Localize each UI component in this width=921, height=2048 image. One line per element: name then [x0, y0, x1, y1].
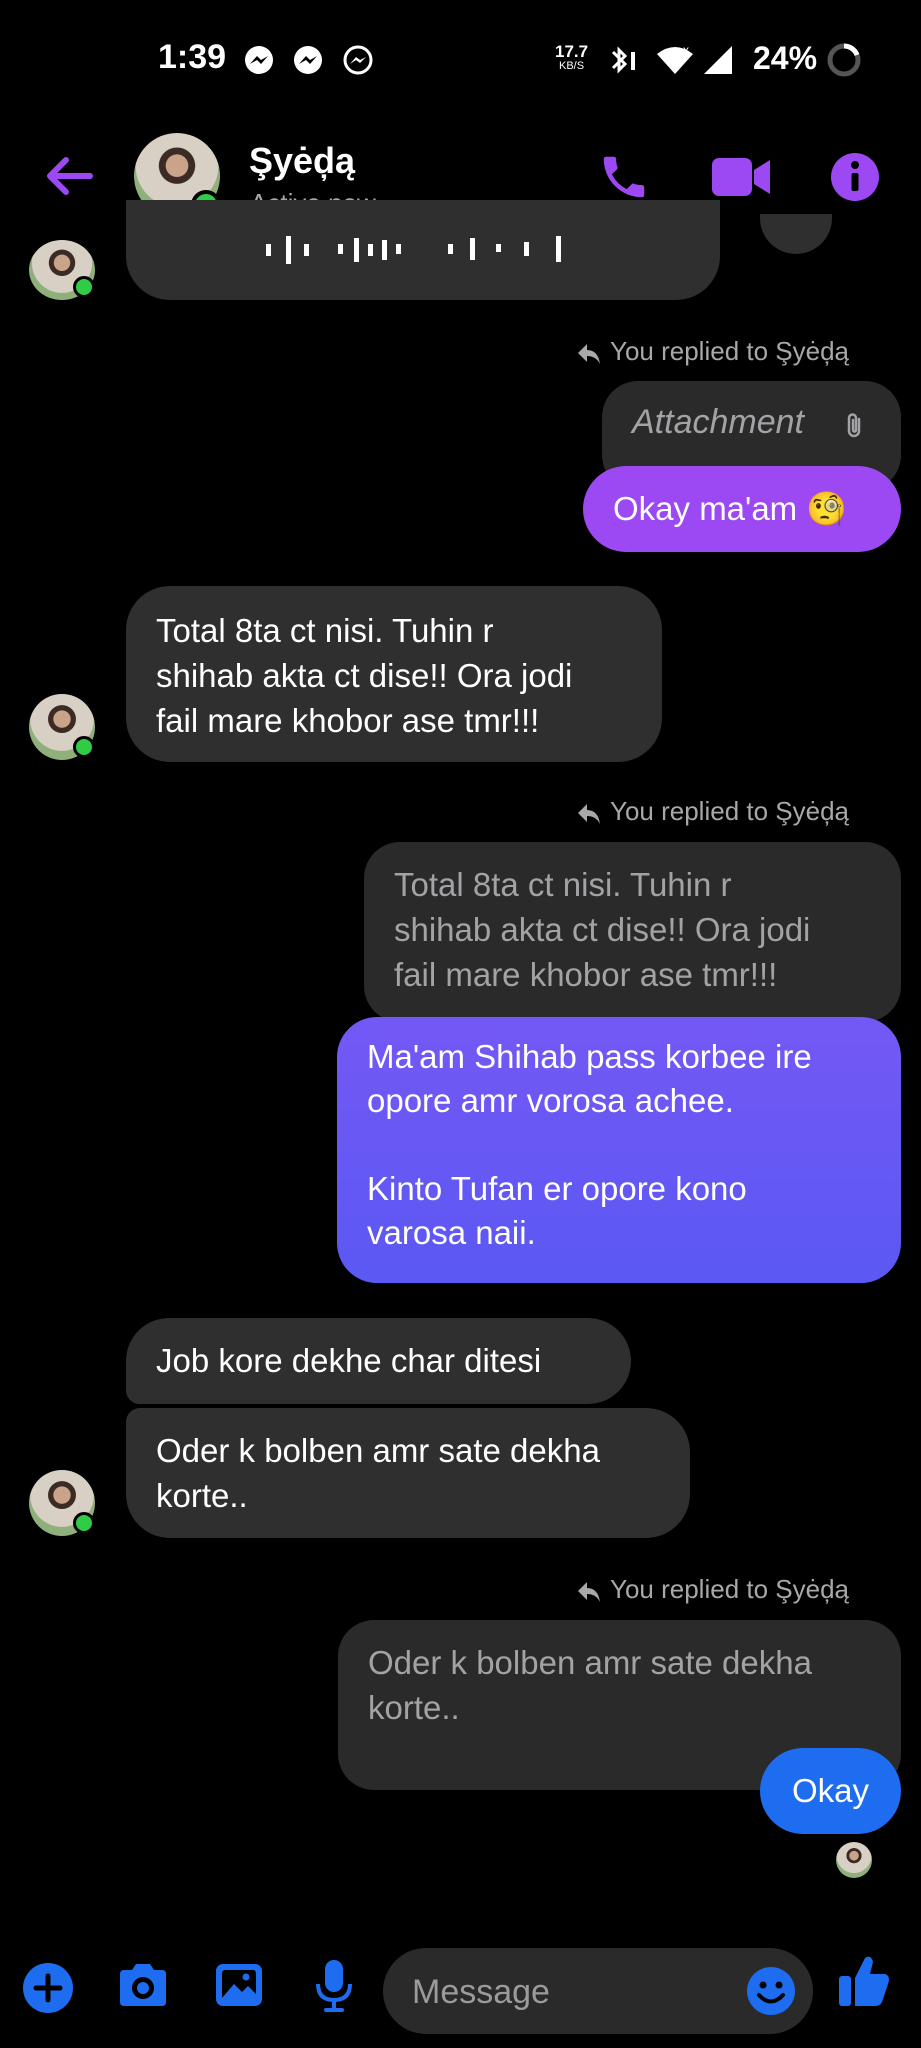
quoted-line: Total 8ta ct nisi. Tuhin r [394, 866, 732, 903]
sent-message[interactable]: Okay [760, 1748, 901, 1834]
message-line: varosa naii. [367, 1214, 536, 1251]
thumbs-up-icon[interactable] [837, 1952, 891, 2010]
plus-icon[interactable] [22, 1962, 74, 2014]
message-line: fail mare khobor ase tmr!!! [156, 702, 540, 739]
emoji-icon[interactable] [746, 1966, 796, 2016]
battery-percent: 24% [753, 40, 818, 76]
seen-avatar [836, 1842, 872, 1878]
message-text: Job kore dekhe char ditesi [156, 1342, 542, 1379]
gallery-icon[interactable] [214, 1960, 264, 2010]
message-input-placeholder: Message [412, 1973, 550, 2011]
reply-icon [578, 1582, 600, 1602]
quoted-attachment-label: Attachment [632, 403, 804, 441]
quoted-line: fail mare khobor ase tmr!!! [394, 956, 778, 993]
message-line: opore amr vorosa achee. [367, 1082, 734, 1119]
contact-name[interactable]: Şyėḑą [249, 140, 355, 182]
sent-message[interactable]: Okay ma'am 🧐 [583, 466, 901, 552]
sent-message-text: Okay [791, 1772, 870, 1809]
back-arrow-icon[interactable] [40, 152, 96, 200]
wifi-icon: x [657, 44, 693, 74]
received-message[interactable]: Oder k bolben amr sate dekha korte.. [126, 1408, 690, 1538]
message-line: Ma'am Shihab pass korbee ire [367, 1038, 812, 1075]
quoted-line: shihab akta ct dise!! Ora jodi [394, 911, 811, 948]
message-line: korte.. [156, 1477, 248, 1514]
messenger-icon [294, 46, 322, 74]
info-icon[interactable] [830, 152, 880, 202]
reply-label: You replied to Şyėḑą [610, 336, 850, 366]
voice-play-button[interactable] [760, 214, 832, 254]
paperclip-icon [847, 413, 861, 438]
message-line: shihab akta ct dise!! Ora jodi [156, 657, 573, 694]
online-indicator [73, 276, 95, 298]
reply-label: You replied to Şyėḑą [610, 1574, 850, 1604]
bluetooth-icon [611, 46, 635, 74]
received-message[interactable]: Job kore dekhe char ditesi [126, 1318, 631, 1404]
status-bar: 1:39 17.7 KB/S x 24% [0, 0, 921, 120]
message-line: Oder k bolben amr sate dekha [156, 1432, 600, 1469]
message-line: Total 8ta ct nisi. Tuhin r [156, 612, 494, 649]
message-line: Kinto Tufan er opore kono [367, 1170, 747, 1207]
online-indicator [73, 736, 95, 758]
messenger-icon [245, 46, 273, 74]
reply-icon [578, 804, 600, 824]
quoted-message[interactable]: Total 8ta ct nisi. Tuhin r shihab akta c… [364, 842, 901, 1022]
status-time: 1:39 [158, 38, 227, 76]
online-indicator [73, 1512, 95, 1534]
voice-message-bubble[interactable] [126, 200, 720, 300]
mic-icon[interactable] [313, 1958, 355, 2014]
net-speed: 17.7 KB/S [555, 42, 589, 72]
video-icon[interactable] [710, 154, 772, 200]
sent-message-text: Okay ma'am 🧐 [613, 490, 848, 527]
received-message[interactable]: Total 8ta ct nisi. Tuhin r shihab akta c… [126, 586, 662, 762]
signal-icon [704, 46, 732, 74]
quoted-line: korte.. [368, 1689, 460, 1726]
audio-waveform [266, 236, 561, 264]
sent-message[interactable]: Ma'am Shihab pass korbee ire opore amr v… [337, 1017, 901, 1283]
reply-icon [578, 344, 600, 364]
reply-label: You replied to Şyėḑą [610, 796, 850, 826]
messenger-icon [343, 45, 373, 75]
svg-text:x: x [683, 44, 689, 57]
quoted-line: Oder k bolben amr sate dekha [368, 1644, 812, 1681]
battery-ring-icon [827, 43, 861, 77]
phone-icon[interactable] [597, 150, 651, 204]
camera-icon[interactable] [116, 1962, 170, 2010]
